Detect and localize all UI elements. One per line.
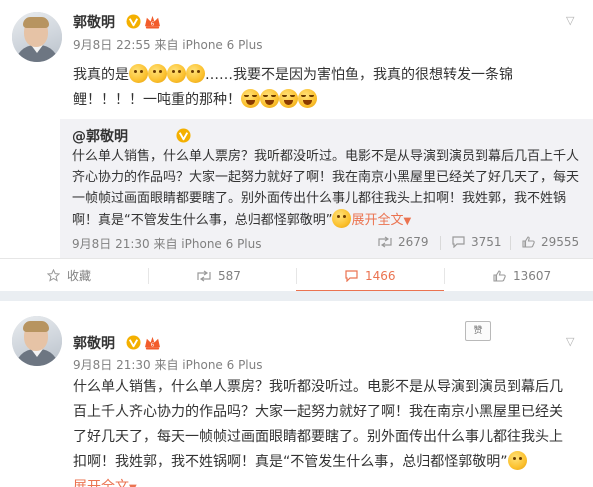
emoji-icon — [298, 89, 317, 108]
repost-author[interactable]: @郭敬明 — [72, 126, 128, 146]
emoji-icon — [129, 64, 148, 83]
vip-crown-icon[interactable]: 6 — [144, 14, 161, 29]
comment-icon — [345, 269, 358, 282]
post-meta: 9月8日 22:55 来自 iPhone 6 Plus — [73, 38, 263, 52]
feed-divider — [0, 291, 593, 301]
emoji-icon — [332, 209, 352, 228]
chevron-down-icon[interactable]: ▽ — [566, 14, 574, 27]
post-text: 我真的是 ……我要不是因为害怕鱼，我真的很想转发一条锦 鲤！！！！一吨重的那种！ — [73, 63, 578, 113]
expand-link[interactable]: 展开全文▼ — [351, 213, 411, 228]
like-count[interactable]: 29555 — [522, 235, 579, 249]
author-name[interactable]: 郭敬明 — [73, 12, 115, 32]
svg-text:6: 6 — [151, 342, 155, 348]
comment-icon — [452, 236, 465, 248]
like-button[interactable]: 13607 — [493, 259, 551, 292]
verified-v-icon — [126, 335, 141, 350]
repost-meta: 9月8日 21:30 来自 iPhone 6 Plus — [72, 237, 262, 251]
chevron-down-icon[interactable]: ▽ — [566, 335, 574, 348]
like-icon — [522, 236, 535, 248]
avatar[interactable] — [12, 12, 62, 62]
comment-button[interactable]: 1466 — [345, 259, 396, 292]
repost-icon — [197, 270, 211, 281]
vip-crown-icon[interactable]: 6 — [144, 335, 161, 350]
repost-icon — [378, 236, 392, 248]
author-name[interactable]: 郭敬明 — [73, 333, 115, 353]
repost-text: 什么单人销售，什么单人票房？我听都没听过。电影不是从导演到演员到幕后几百上千人齐… — [72, 149, 580, 228]
feed-card: 郭敬明 6 ▽ 9月8日 22:55 来自 iPhone 6 Plus 我真的是… — [0, 0, 593, 292]
emoji-icon — [279, 89, 298, 108]
svg-text:6: 6 — [151, 21, 155, 27]
feed-card: 郭敬明 6 赞 ▽ 9月8日 21:30 来自 iPhone 6 Plus 什么… — [0, 301, 593, 487]
repost-count[interactable]: 2679 — [378, 235, 429, 249]
emoji-icon — [241, 89, 260, 108]
emoji-icon — [148, 64, 167, 83]
avatar[interactable] — [12, 316, 62, 366]
favorite-button[interactable]: 收藏 — [47, 259, 91, 292]
praise-badge[interactable]: 赞 — [465, 321, 491, 341]
favorite-star-icon — [47, 269, 60, 282]
verified-v-icon — [176, 128, 191, 143]
emoji-icon — [167, 64, 186, 83]
repost-button[interactable]: 587 — [197, 259, 241, 292]
verified-v-icon — [126, 14, 141, 29]
repost-box[interactable]: @郭敬明 什么单人销售，什么单人票房？我听都没听过。电影不是从导演到演员到幕后几… — [60, 119, 593, 258]
post-text: 什么单人销售，什么单人票房？我听都没听过。电影不是从导演到演员到幕后几百上千人齐… — [73, 375, 573, 487]
action-bar: 收藏 587 1466 13607 — [0, 258, 593, 292]
emoji-icon — [507, 451, 527, 470]
like-icon — [493, 269, 506, 282]
emoji-icon — [186, 64, 205, 83]
emoji-icon — [260, 89, 279, 108]
post-meta: 9月8日 21:30 来自 iPhone 6 Plus — [73, 358, 263, 372]
expand-link[interactable]: 展开全文▼ — [73, 479, 137, 487]
comment-count[interactable]: 3751 — [452, 235, 502, 249]
